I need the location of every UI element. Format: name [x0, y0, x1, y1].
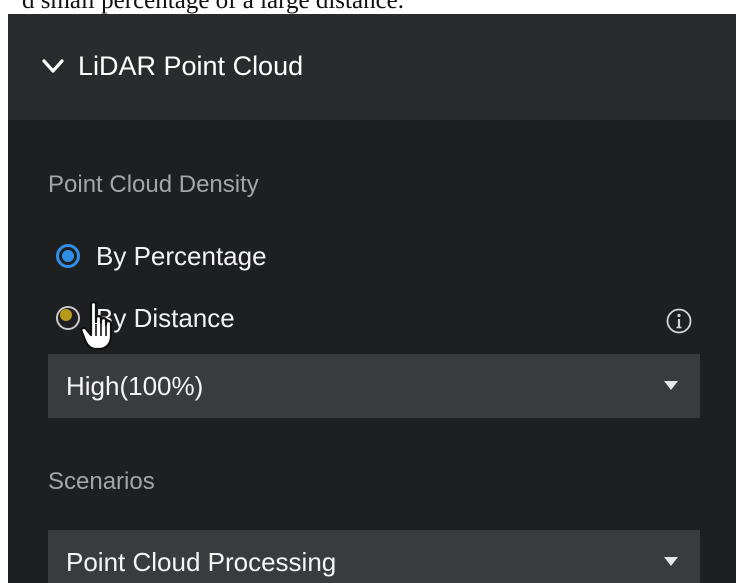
chevron-down-icon[interactable]	[42, 55, 64, 77]
panel-title: LiDAR Point Cloud	[78, 51, 304, 81]
radio-by-percentage[interactable]: By Percentage	[52, 237, 352, 277]
scenarios-section-label: Scenarios	[48, 468, 155, 495]
scenarios-select-value: Point Cloud Processing	[66, 547, 337, 577]
document-caption: d small percentage of a large distance.	[0, 0, 736, 14]
caret-down-icon	[664, 557, 678, 566]
density-select[interactable]: High(100%)	[48, 354, 700, 418]
radio-button-unselected[interactable]	[56, 306, 80, 330]
caption-text: d small percentage of a large distance.	[22, 0, 405, 14]
info-icon[interactable]	[665, 307, 693, 335]
density-select-value: High(100%)	[66, 371, 204, 401]
radio-label-by-percentage[interactable]: By Percentage	[96, 241, 267, 272]
caret-down-icon	[664, 381, 678, 390]
page: d small percentage of a large distance. …	[0, 0, 736, 583]
density-section-label: Point Cloud Density	[48, 171, 259, 198]
hand-pointer-cursor-icon	[80, 301, 113, 351]
lidar-settings-panel: LiDAR Point Cloud Point Cloud Density By…	[8, 14, 736, 583]
panel-header[interactable]: LiDAR Point Cloud	[8, 14, 736, 120]
radio-button-selected[interactable]	[56, 244, 80, 268]
scenarios-select[interactable]: Point Cloud Processing	[48, 530, 700, 583]
